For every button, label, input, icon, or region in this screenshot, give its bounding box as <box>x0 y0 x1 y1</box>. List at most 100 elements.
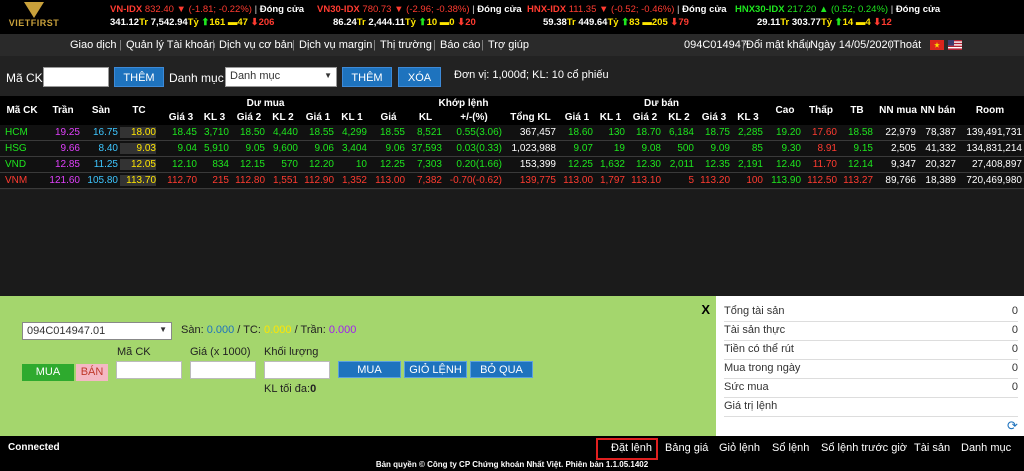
col-gia1-sell[interactable]: Giá 1 <box>559 112 595 123</box>
order-quantity-input[interactable] <box>264 361 330 379</box>
menu-thi-truong[interactable]: Thị trường <box>380 39 432 51</box>
index-hnx: HNX-IDX 111.35 ▼ (-0.52; -0.46%) | Đóng … <box>527 4 727 28</box>
menu-giao-dich[interactable]: Giao dịch <box>70 39 116 51</box>
order-symbol-input[interactable] <box>116 361 182 379</box>
cell-room: 27,408,897 <box>971 159 1022 170</box>
col-change-pct[interactable]: +/-(%) <box>444 112 504 123</box>
col-kl3-buy[interactable]: KL 3 <box>199 112 230 123</box>
cell-kl2-sell: 5 <box>688 175 694 186</box>
col-kl3-sell[interactable]: KL 3 <box>732 112 764 123</box>
cell-tb: 18.58 <box>847 127 873 138</box>
nav-so-lenh-truoc-gio[interactable]: Sổ lệnh trước giờ <box>821 442 907 454</box>
order-price-input[interactable] <box>190 361 256 379</box>
vietnamese-flag-icon[interactable] <box>930 40 944 50</box>
col-gia3-buy[interactable]: Giá 3 <box>163 112 199 123</box>
col-gia2-sell[interactable]: Giá 2 <box>627 112 663 123</box>
symbol-input[interactable] <box>43 67 109 87</box>
delete-watchlist-button[interactable]: XÓA <box>398 67 441 87</box>
add-to-basket-button[interactable]: GIỎ LỆNH <box>404 361 467 378</box>
summary-row: Tài sản thực 0 <box>724 323 1018 341</box>
table-row[interactable]: VNM 121.60 105.80 113.70 112.70 215 112.80 1,55… <box>0 173 1024 189</box>
col-thap[interactable]: Thấp <box>803 105 839 116</box>
sell-tab[interactable]: BÁN <box>76 364 108 381</box>
col-cao[interactable]: Cao <box>767 105 803 116</box>
cell-gia3-sell: 113.20 <box>700 175 730 186</box>
cell-nn-ban: 78,387 <box>925 127 956 138</box>
add-symbol-button[interactable]: THÊM <box>114 67 164 87</box>
sub-account-value: 094C014947.01 <box>27 325 106 337</box>
col-kl2-sell[interactable]: KL 2 <box>663 112 695 123</box>
col-nn-ban[interactable]: NN bán <box>918 105 958 116</box>
cell-kl1-sell: 130 <box>608 127 625 138</box>
col-tong-kl[interactable]: Tổng KL <box>504 112 557 123</box>
close-icon[interactable]: X <box>701 302 710 317</box>
nav-gio-lenh[interactable]: Giỏ lệnh <box>719 442 760 454</box>
cell-cao: 19.20 <box>775 127 801 138</box>
watchlist-select[interactable]: Danh mục ▼ <box>225 67 337 87</box>
col-kl2-buy[interactable]: KL 2 <box>267 112 299 123</box>
symbol-code[interactable]: VNM <box>5 175 27 186</box>
cell-kl3-sell: 100 <box>746 175 763 186</box>
nav-bang-gia[interactable]: Bảng giá <box>665 442 708 454</box>
max-quantity-info: KL tối đa:0 <box>264 383 316 395</box>
menu-separator: | <box>806 39 809 51</box>
up-arrow-icon: ▲ <box>818 4 829 15</box>
col-tran[interactable]: Trần <box>44 105 82 116</box>
logout-link[interactable]: Thoát <box>893 39 921 51</box>
cell-kl3-buy: 5,910 <box>203 143 229 154</box>
down-count: 20 <box>465 17 476 28</box>
vietfirst-logo[interactable]: VIETFIRST <box>4 2 64 32</box>
add-watchlist-button[interactable]: THÊM <box>342 67 392 87</box>
col-kl1-buy[interactable]: KL 1 <box>336 112 368 123</box>
col-san[interactable]: Sàn <box>82 105 120 116</box>
table-row[interactable]: HSG 9.66 8.40 9.03 9.04 5,910 9.05 9,600 9.06 3,4… <box>0 141 1024 157</box>
menu-dich-vu-margin[interactable]: Dịch vụ margin <box>299 39 372 51</box>
nav-dat-lenh[interactable]: Đặt lệnh <box>611 442 652 454</box>
english-flag-icon[interactable] <box>948 40 962 50</box>
skip-button[interactable]: BỎ QUA <box>470 361 533 378</box>
table-row[interactable]: VND 12.85 11.25 12.05 12.10 834 12.15 570 12.20 1… <box>0 157 1024 173</box>
change-password-link[interactable]: Đổi mật khẩu <box>746 39 811 51</box>
col-kl-match[interactable]: KL <box>407 112 444 123</box>
col-group-du-mua: Dư mua <box>246 98 285 109</box>
buy-tab[interactable]: MUA <box>22 364 74 381</box>
col-gia2-buy[interactable]: Giá 2 <box>231 112 267 123</box>
symbol-code[interactable]: HCM <box>5 127 28 138</box>
sub-account-select[interactable]: 094C014947.01 ▼ <box>22 322 172 340</box>
col-nn-mua[interactable]: NN mua <box>878 105 918 116</box>
index-value-traded: 303.77 <box>791 17 821 28</box>
cell-gia2-sell: 12.30 <box>635 159 661 170</box>
col-gia1-buy[interactable]: Giá 1 <box>300 112 336 123</box>
menu-bao-cao[interactable]: Báo cáo <box>440 39 480 51</box>
col-ma-ck[interactable]: Mã CK <box>2 105 42 116</box>
cell-kl2-sell: 2,011 <box>669 159 694 170</box>
nav-so-lenh[interactable]: Sổ lệnh <box>772 442 809 454</box>
table-row[interactable]: HCM 19.25 16.75 18.00 18.45 3,710 18.50 4,440 18… <box>0 125 1024 141</box>
ref-icon: ▬ <box>227 17 238 28</box>
col-tb[interactable]: TB <box>839 105 875 116</box>
cell-gia-match: 12.25 <box>379 159 405 170</box>
buy-button[interactable]: MUA <box>338 361 401 378</box>
max-qty-label: KL tối đa: <box>264 383 311 395</box>
col-gia3-sell[interactable]: Giá 3 <box>696 112 732 123</box>
col-gia-match[interactable]: Giá <box>370 112 407 123</box>
cell-nn-mua: 2,505 <box>890 143 916 154</box>
nav-tai-san[interactable]: Tài sản <box>914 442 950 454</box>
nav-danh-muc[interactable]: Danh mục <box>961 442 1011 454</box>
logo-icon <box>24 2 44 18</box>
cell-tc: 9.03 <box>120 143 156 154</box>
menu-dich-vu-co-ban[interactable]: Dịch vụ cơ bản <box>219 39 293 51</box>
menu-tro-giup[interactable]: Trợ giúp <box>488 39 529 51</box>
col-kl1-sell[interactable]: KL 1 <box>595 112 626 123</box>
cell-cao: 12.40 <box>775 159 801 170</box>
index-value: 780.73 <box>362 4 392 15</box>
refresh-icon[interactable]: ⟳ <box>1007 418 1018 434</box>
col-room[interactable]: Room <box>958 105 1022 116</box>
cell-gia-match: 9.06 <box>385 143 405 154</box>
san-value: 0.000 <box>206 324 235 336</box>
down-arrow-icon: ⬇ <box>457 17 466 28</box>
menu-quan-ly-tai-khoan[interactable]: Quản lý Tài khoản <box>126 39 215 51</box>
symbol-code[interactable]: HSG <box>5 143 27 154</box>
symbol-code[interactable]: VND <box>5 159 26 170</box>
col-tc[interactable]: TC <box>120 105 158 116</box>
